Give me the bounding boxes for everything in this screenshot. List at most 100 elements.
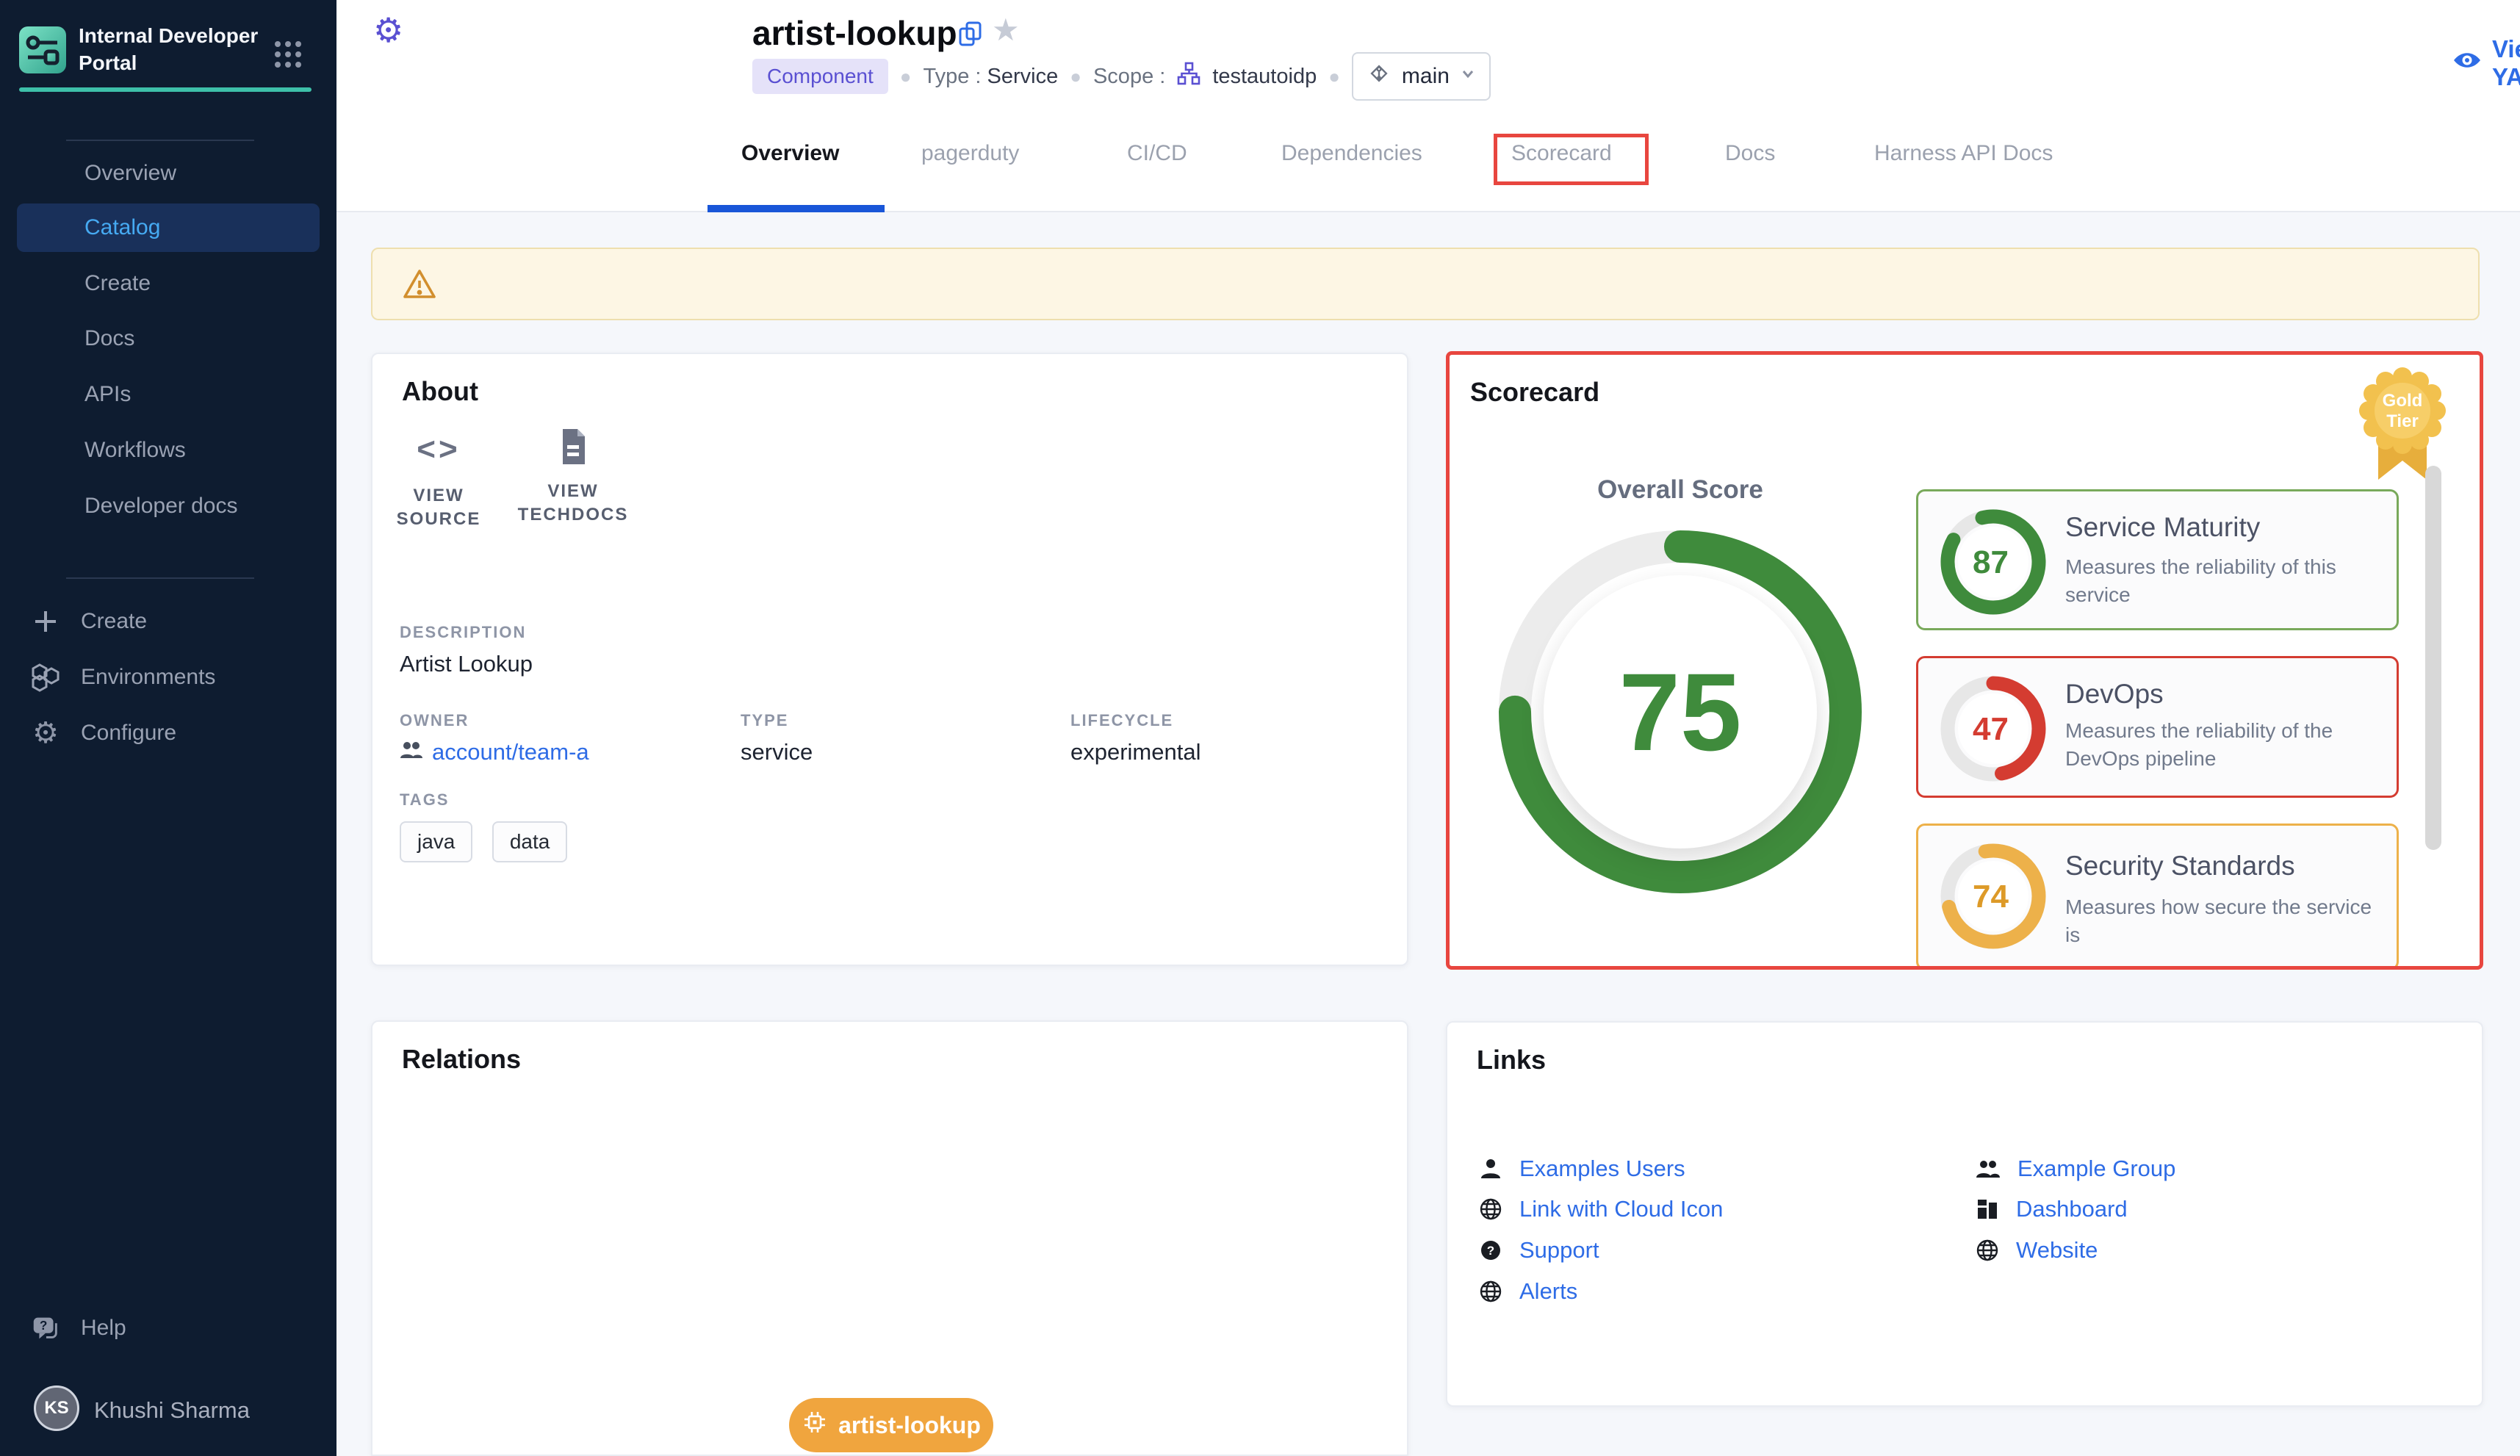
view-source-action[interactable]: <> VIEW SOURCE <box>365 431 512 531</box>
link-cloud-icon[interactable]: Link with Cloud Icon <box>1478 1196 1723 1222</box>
sidebar-action-configure[interactable]: ⚙ Configure <box>29 711 320 755</box>
description-value: Artist Lookup <box>400 651 533 677</box>
tab-pagerduty[interactable]: pagerduty <box>921 141 1019 166</box>
sidebar-action-environments[interactable]: Environments <box>29 655 320 699</box>
view-techdocs-action[interactable]: VIEW TECHDOCS <box>500 428 647 527</box>
description-label: DESCRIPTION <box>400 623 533 642</box>
tags-label: TAGS <box>400 790 583 810</box>
tab-dependencies[interactable]: Dependencies <box>1281 141 1422 166</box>
link-website[interactable]: Website <box>1975 1237 2098 1264</box>
owner-label: OWNER <box>400 711 589 730</box>
score-title: DevOps <box>2065 679 2164 710</box>
link-dashboard[interactable]: Dashboard <box>1975 1196 2128 1222</box>
sidebar: Internal Developer Portal Overview Catal… <box>0 0 336 1456</box>
branch-selector[interactable]: main <box>1352 52 1491 101</box>
globe-icon <box>1478 1197 1503 1222</box>
user-avatar[interactable]: KS <box>34 1385 79 1431</box>
score-description: Measures how secure the service is <box>2065 893 2388 949</box>
score-value: 74 <box>1973 879 2009 915</box>
sidebar-item-developer-docs[interactable]: Developer docs <box>17 482 320 530</box>
lifecycle-value: experimental <box>1070 739 1200 765</box>
sidebar-item-docs[interactable]: Docs <box>17 314 320 363</box>
view-yaml-button[interactable]: View YAML <box>2452 35 2520 91</box>
sidebar-item-apis[interactable]: APIs <box>17 370 320 419</box>
people-icon <box>400 739 423 765</box>
scorecard-tab-highlight-box <box>1494 134 1649 185</box>
person-icon <box>1478 1156 1503 1181</box>
tab-cicd[interactable]: CI/CD <box>1127 141 1187 166</box>
scope-hierarchy-icon <box>1177 62 1200 91</box>
score-title: Security Standards <box>2065 851 2295 882</box>
dashboard-icon <box>1975 1197 2000 1222</box>
scope-value: testautoidp <box>1212 65 1317 89</box>
entity-header: ⚙ artist-lookup ★ Component ● Type : Ser… <box>336 0 2520 212</box>
portal-title: Internal Developer Portal <box>79 22 270 76</box>
code-icon: <> <box>417 431 460 467</box>
divider <box>66 140 254 141</box>
chip-icon <box>802 1409 828 1441</box>
scorecard-item-service-maturity[interactable]: 87 Service Maturity Measures the reliabi… <box>1916 489 2399 630</box>
scorecard-item-devops[interactable]: 47 DevOps Measures the reliability of th… <box>1916 656 2399 798</box>
scorecard-item-security-standards[interactable]: 74 Security Standards Measures how secur… <box>1916 823 2399 970</box>
sidebar-action-create[interactable]: Create <box>29 599 320 644</box>
scorecard-scrollbar[interactable] <box>2425 466 2441 850</box>
brand-accent-bar <box>19 87 312 92</box>
help-circle-icon: ? <box>1478 1238 1503 1263</box>
eye-icon <box>2452 49 2482 77</box>
branch-icon <box>1365 60 1393 93</box>
score-value: 47 <box>1973 711 2009 748</box>
sidebar-item-create[interactable]: Create <box>17 259 320 308</box>
branch-name: main <box>1402 64 1450 89</box>
apps-grid-icon[interactable] <box>272 38 304 74</box>
tab-docs[interactable]: Docs <box>1725 141 1775 166</box>
score-description: Measures the reliability of this service <box>2065 553 2388 609</box>
kind-badge[interactable]: Component <box>752 59 888 94</box>
svg-text:?: ? <box>1487 1244 1494 1258</box>
active-tab-indicator <box>708 205 885 212</box>
svg-text:?: ? <box>40 1318 48 1333</box>
globe-icon <box>1478 1279 1503 1304</box>
copy-icon[interactable] <box>958 21 983 52</box>
overall-score-value: 75 <box>1533 649 1827 776</box>
sidebar-item-workflows[interactable]: Workflows <box>17 426 320 475</box>
relations-card: Relations artist-lookup <box>371 1020 1408 1456</box>
type-value: service <box>741 739 813 765</box>
sidebar-item-overview[interactable]: Overview <box>17 149 320 198</box>
link-example-group[interactable]: Example Group <box>1975 1156 2175 1182</box>
score-description: Measures the reliability of the DevOps p… <box>2065 717 2388 773</box>
help-chat-icon: ? <box>29 1311 62 1345</box>
owner-link[interactable]: account/team-a <box>400 739 589 765</box>
tag-chip[interactable]: java <box>400 821 472 862</box>
tag-chip[interactable]: data <box>492 821 568 862</box>
globe-icon <box>1975 1238 2000 1263</box>
sidebar-item-catalog[interactable]: Catalog <box>17 203 320 252</box>
score-title: Service Maturity <box>2065 512 2260 543</box>
tab-overview[interactable]: Overview <box>741 141 839 166</box>
relation-node-artist-lookup[interactable]: artist-lookup <box>789 1398 993 1452</box>
people-icon <box>1975 1156 2001 1181</box>
overall-score-label: Overall Score <box>1533 475 1827 505</box>
scorecard-panel: Scorecard Gold Tier Overall Score 75 <box>1446 351 2483 970</box>
relations-heading: Relations <box>402 1044 521 1075</box>
score-value: 87 <box>1973 544 2009 581</box>
user-name: Khushi Sharma <box>94 1397 250 1424</box>
type-label: TYPE <box>741 711 813 730</box>
chevron-down-icon <box>1458 64 1477 89</box>
links-heading: Links <box>1477 1045 1546 1075</box>
gear-icon: ⚙ <box>29 718 62 748</box>
tab-harness-api-docs[interactable]: Harness API Docs <box>1874 141 2053 166</box>
portal-logo[interactable] <box>19 26 66 77</box>
about-heading: About <box>402 376 478 407</box>
link-alerts[interactable]: Alerts <box>1478 1278 1577 1305</box>
help-button[interactable]: ? Help <box>29 1306 320 1350</box>
star-icon[interactable]: ★ <box>992 12 1020 48</box>
link-support[interactable]: ? Support <box>1478 1237 1599 1264</box>
warning-icon <box>402 267 437 306</box>
svg-text:Gold: Gold <box>2383 391 2423 411</box>
links-card: Links Examples Users Link with Cloud Ico… <box>1446 1021 2483 1407</box>
lifecycle-label: LIFECYCLE <box>1070 711 1200 730</box>
warning-banner <box>371 248 2480 320</box>
document-icon <box>557 456 589 469</box>
entity-meta-row: Component ● Type : Service ● Scope : tes… <box>752 56 1491 97</box>
link-examples-users[interactable]: Examples Users <box>1478 1156 1685 1182</box>
